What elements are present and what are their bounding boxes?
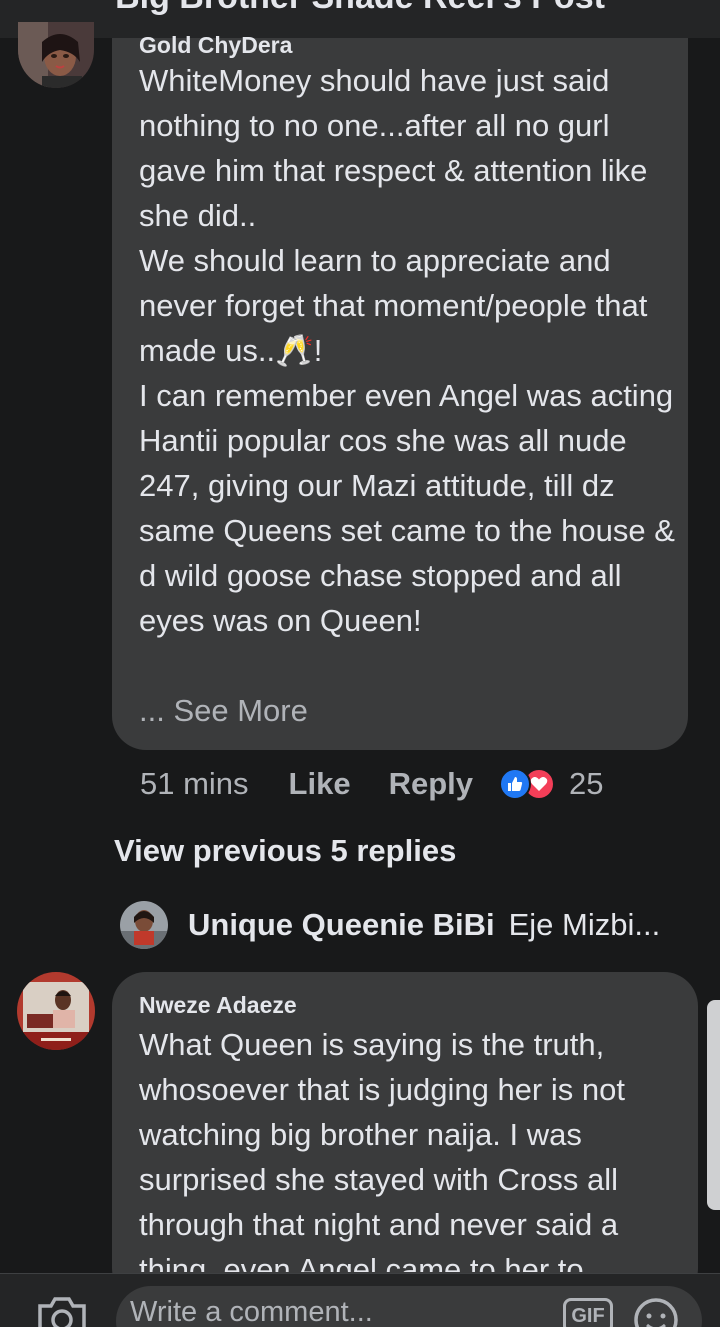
comment-timestamp: 51 mins [140,766,249,801]
scrollbar[interactable] [707,1000,720,1210]
comment-text: What Queen is saying is the truth, whoso… [139,1027,625,1272]
emoji-icon[interactable] [632,1296,680,1327]
reactions-summary[interactable]: 25 [499,766,603,802]
see-more-link[interactable]: ... See More [139,693,308,729]
comment-author[interactable]: Gold ChyDera [139,32,292,59]
reply-author[interactable]: Unique Queenie BiBi [188,907,495,943]
like-button[interactable]: Like [289,766,351,802]
comment-author[interactable]: Nweze Adaeze [139,992,297,1019]
post-title: Big Brother Shade Reel's Post [0,0,720,17]
comment-input[interactable] [116,1286,702,1327]
gif-button[interactable]: GIF [563,1298,613,1327]
camera-icon[interactable] [36,1296,88,1327]
reaction-count: 25 [569,766,604,801]
avatar-unique-queenie-bibi[interactable] [120,901,168,949]
comment-actions: 51 mins Like Reply 25 [140,762,603,806]
post-header: Big Brother Shade Reel's Post [0,0,720,38]
avatar-gold-chydera[interactable] [18,22,94,88]
reply-preview[interactable]: Unique Queenie BiBi Eje Mizbi... [120,900,660,950]
reply-button[interactable]: Reply [389,766,473,802]
avatar-nweze-adaeze[interactable] [17,972,95,1050]
thumbs-up-icon [499,768,531,800]
comment-composer: GIF [0,1273,720,1327]
reply-snippet: Eje Mizbi... [508,907,661,942]
comment-text: WhiteMoney should have just said nothing… [139,63,675,638]
view-previous-replies-link[interactable]: View previous 5 replies [114,833,456,869]
